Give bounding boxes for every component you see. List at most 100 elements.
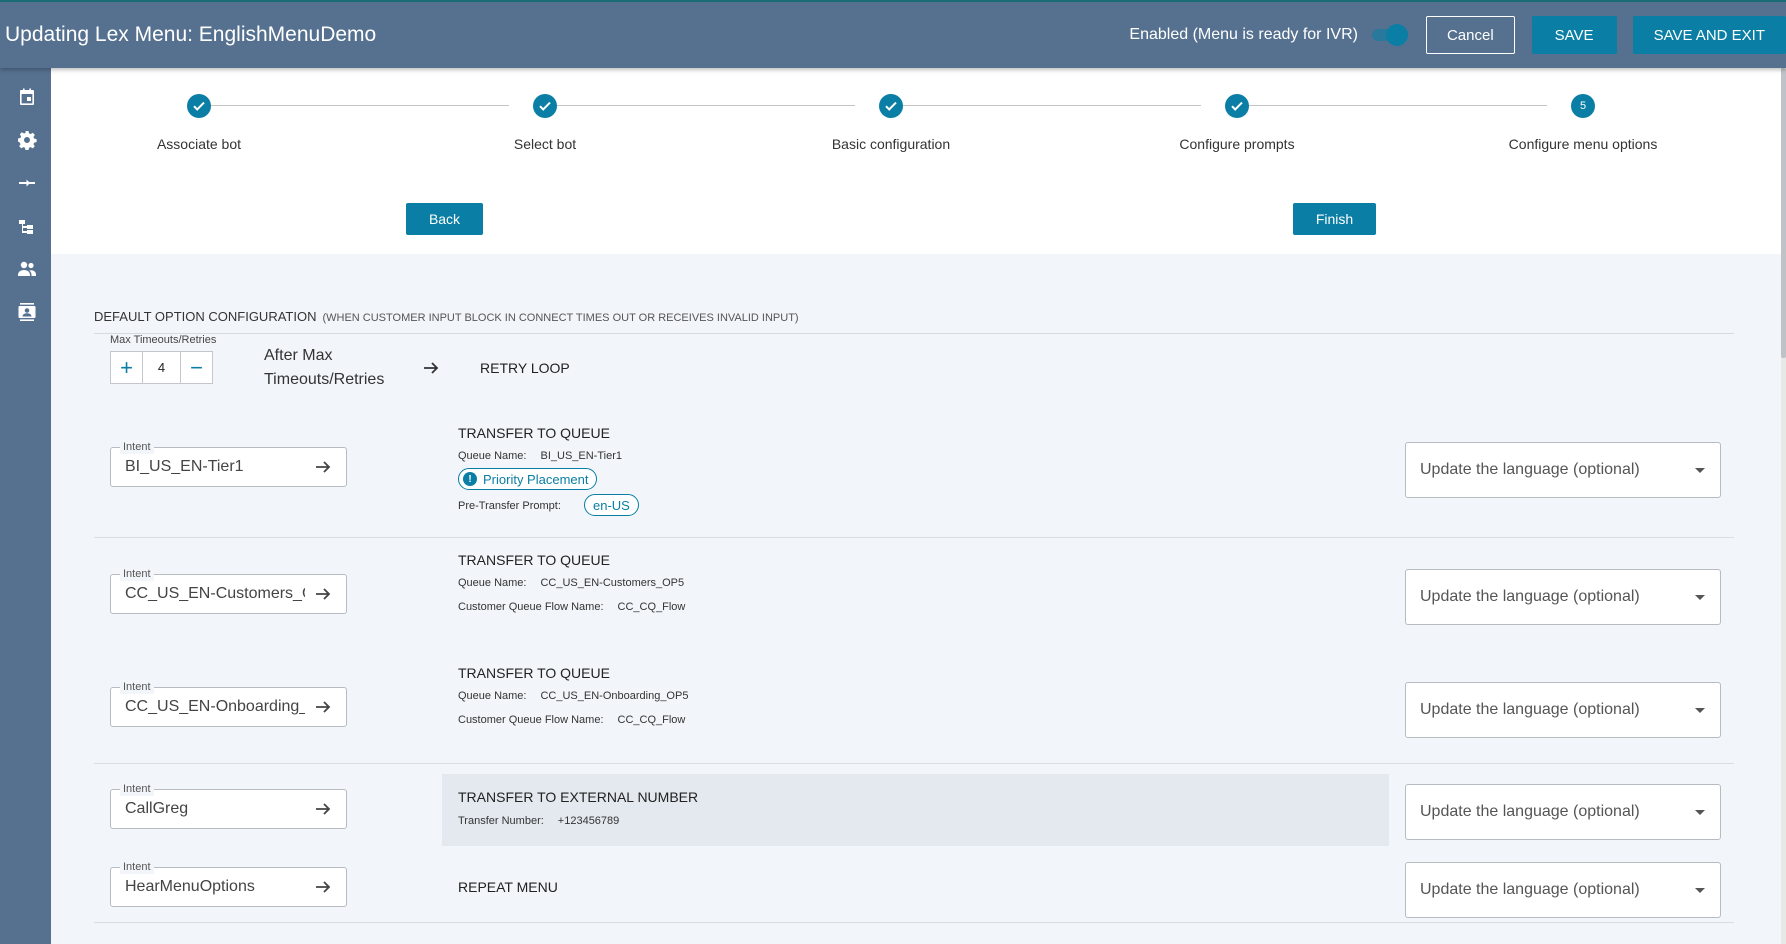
intent-field[interactable]: Intent HearMenuOptions [110,860,347,907]
section-title: DEFAULT OPTION CONFIGURATION (WHEN CUSTOM… [94,309,799,324]
gear-icon[interactable] [17,130,37,150]
prompt-language-badge[interactable]: en-US [584,494,639,516]
save-and-exit-button[interactable]: SAVE AND EXIT [1632,16,1786,54]
check-icon [1225,94,1249,118]
max-retries-label: Max Timeouts/Retries [110,334,217,346]
intent-label: Intent [120,782,154,796]
section-subtitle: (WHEN CUSTOMER INPUT BLOCK IN CONNECT TI… [322,312,799,324]
step-label: Configure prompts [1179,136,1295,152]
queue-detail: Queue Name: BI_US_EN-Tier1 [458,450,622,462]
language-placeholder: Update the language (optional) [1420,588,1640,605]
row-divider [94,537,1734,538]
intent-label: Intent [120,860,154,874]
arrow-right-icon[interactable] [313,697,333,717]
step-label: Basic configuration [831,136,951,152]
intent-label: Intent [120,567,154,581]
intent-field[interactable]: Intent CallGreg [110,782,347,829]
flow-value: CC_CQ_Flow [617,601,686,613]
action-title: TRANSFER TO QUEUE [458,665,610,681]
step-number: 5 [1571,94,1595,118]
queue-label: Queue Name: [458,577,527,589]
calendar-icon[interactable] [17,87,37,107]
language-select[interactable]: Update the language (optional) [1405,442,1721,498]
finish-button[interactable]: Finish [1293,203,1376,235]
intent-label: Intent [120,680,154,694]
intent-label: Intent [120,440,154,454]
row-divider [94,763,1734,764]
toggle-thumb [1385,24,1408,46]
row-divider [94,922,1734,923]
step-configure-prompts[interactable]: Configure prompts [1137,94,1337,152]
flow-label: Customer Queue Flow Name: [458,714,604,726]
dropdown-caret-icon [1695,595,1705,600]
intent-value: BI_US_EN-Tier1 [125,458,244,475]
top-header: Updating Lex Menu: EnglishMenuDemo Enabl… [0,0,1786,68]
external-transfer-panel [442,774,1389,846]
left-nav [0,68,51,944]
step-basic-configuration[interactable]: Basic configuration [791,94,991,152]
step-associate-bot[interactable]: Associate bot [99,94,299,152]
enabled-toggle[interactable] [1370,24,1408,46]
people-icon[interactable] [17,259,37,279]
transfer-number-value: +123456789 [557,815,620,827]
arrow-right-icon[interactable] [313,457,333,477]
prompt-label: Pre-Transfer Prompt: [458,500,561,512]
language-placeholder: Update the language (optional) [1420,881,1640,898]
action-title: TRANSFER TO QUEUE [458,425,610,441]
queue-value: CC_US_EN-Onboarding_OP5 [540,690,689,702]
intent-value: CallGreg [125,800,189,817]
queue-value: CC_US_EN-Customers_OP5 [540,577,685,589]
intent-value: CC_US_EN-Customers_OP5 [125,585,305,602]
arrow-right-icon[interactable] [313,877,333,897]
increment-button[interactable]: + [111,352,142,383]
queue-label: Queue Name: [458,690,527,702]
decrement-button[interactable]: − [181,352,212,383]
flow-label: Customer Queue Flow Name: [458,601,604,613]
arrow-right-icon[interactable] [313,584,333,604]
queue-detail: Queue Name: CC_US_EN-Customers_OP5 [458,577,684,589]
page-title: Updating Lex Menu: EnglishMenuDemo [5,23,377,46]
after-max-label: After Max Timeouts/Retries [264,347,385,388]
max-retries-value[interactable]: 4 [142,352,181,383]
action-title: TRANSFER TO EXTERNAL NUMBER [458,789,699,805]
language-select[interactable]: Update the language (optional) [1405,569,1721,625]
flow-detail: Customer Queue Flow Name: CC_CQ_Flow [458,714,685,726]
intent-field[interactable]: Intent BI_US_EN-Tier1 [110,440,347,487]
contact-card-icon[interactable] [17,302,37,322]
scrollbar-thumb[interactable] [1781,68,1786,358]
intent-value: HearMenuOptions [125,878,255,895]
progress-stepper: Associate bot Select bot Basic configura… [51,68,1781,254]
transfer-icon[interactable] [17,173,37,193]
language-select[interactable]: Update the language (optional) [1405,862,1721,918]
priority-placement-badge[interactable]: ! Priority Placement [458,468,598,490]
step-select-bot[interactable]: Select bot [445,94,645,152]
divider [94,333,1734,334]
intent-value: CC_US_EN-Onboarding_OP5 [125,698,305,715]
save-button[interactable]: SAVE [1531,16,1617,54]
dropdown-caret-icon [1695,810,1705,815]
check-icon [533,94,557,118]
step-label: Associate bot [156,136,242,152]
intent-field[interactable]: Intent CC_US_EN-Onboarding_OP5 [110,680,347,727]
step-configure-menu-options[interactable]: 5 Configure menu options [1483,94,1683,152]
language-select[interactable]: Update the language (optional) [1405,682,1721,738]
arrow-right-icon[interactable] [313,799,333,819]
language-select[interactable]: Update the language (optional) [1405,784,1721,840]
intent-field[interactable]: Intent CC_US_EN-Customers_OP5 [110,567,347,614]
step-label: Configure menu options [1508,136,1658,152]
queue-label: Queue Name: [458,450,527,462]
flow-detail: Customer Queue Flow Name: CC_CQ_Flow [458,601,685,613]
transfer-number-detail: Transfer Number: +123456789 [458,815,619,827]
language-placeholder: Update the language (optional) [1420,803,1640,820]
hierarchy-icon[interactable] [17,216,37,236]
transfer-number-label: Transfer Number: [458,815,544,827]
cancel-button[interactable]: Cancel [1425,16,1515,54]
queue-detail: Queue Name: CC_US_EN-Onboarding_OP5 [458,690,688,702]
check-icon [187,94,211,118]
dropdown-caret-icon [1695,888,1705,893]
flow-value: CC_CQ_Flow [617,714,686,726]
default-action: RETRY LOOP [480,360,570,376]
action-title: TRANSFER TO QUEUE [458,552,610,568]
back-button[interactable]: Back [406,203,483,235]
section-title-text: DEFAULT OPTION CONFIGURATION [94,309,317,324]
